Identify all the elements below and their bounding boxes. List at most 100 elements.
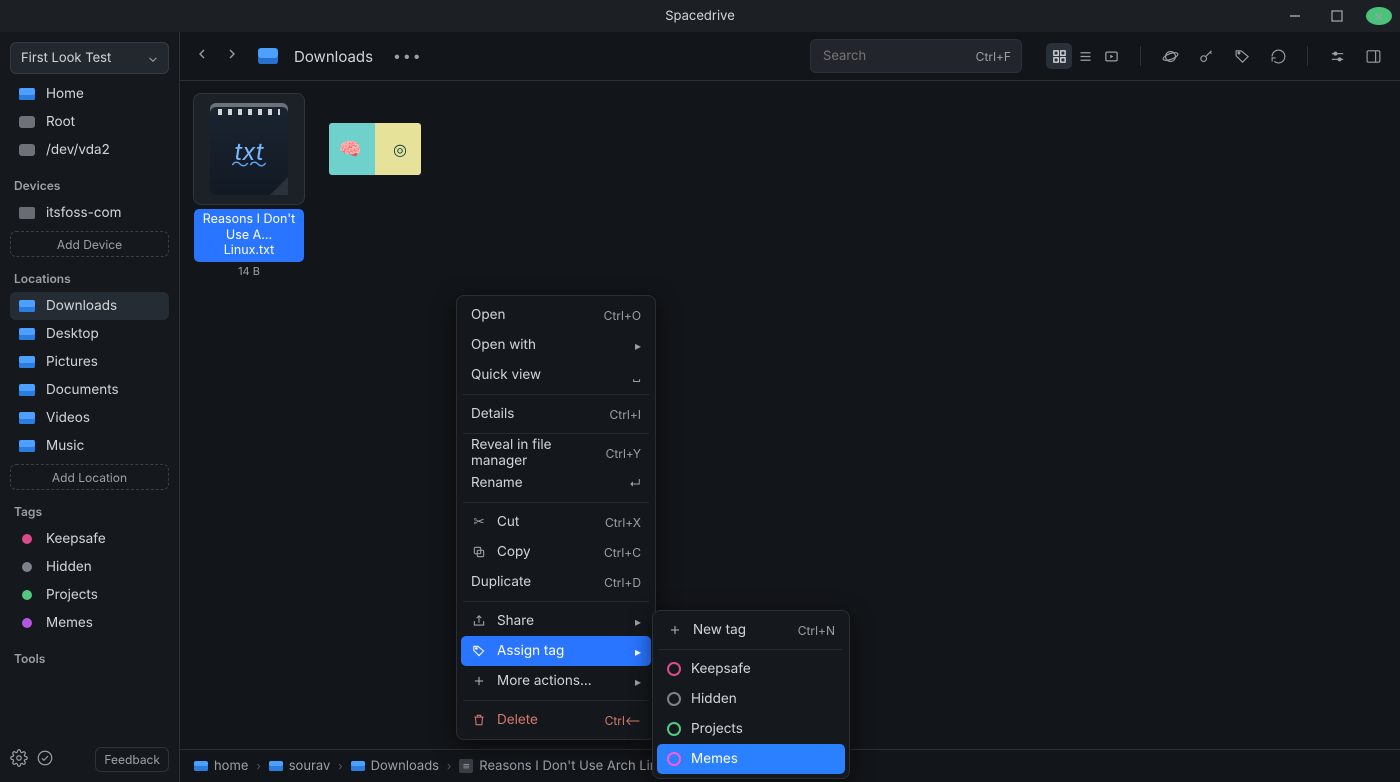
nav-forward-button[interactable] (224, 46, 240, 66)
trash-icon (471, 712, 487, 728)
sidebar-item-label: Videos (46, 410, 90, 426)
ctx-assign-tag[interactable]: Assign tag ▸ (461, 636, 651, 666)
image-file-icon (329, 123, 421, 175)
ctx-share[interactable]: Share ▸ (461, 606, 651, 636)
context-menu: Open Ctrl+O Open with ▸ Quick view ␣ Det… (456, 295, 656, 740)
library-selector-label: First Look Test (21, 50, 111, 66)
check-circle-icon[interactable] (36, 749, 54, 771)
titlebar: Spacedrive ✕ (0, 0, 1400, 32)
ctx-details[interactable]: Details Ctrl+I (461, 399, 651, 429)
breadcrumb-separator: › (338, 759, 342, 773)
ctx-cut[interactable]: ✂Cut Ctrl+X (461, 507, 651, 537)
sidebar-item-label: Desktop (46, 326, 99, 342)
text-file-icon: txt 〜〜 (210, 103, 288, 195)
maximize-button[interactable] (1324, 10, 1350, 22)
sidebar-location-music[interactable]: Music (10, 432, 169, 460)
sidebar-item-label: Keepsafe (46, 531, 106, 547)
search-input-container[interactable]: Ctrl+F (810, 39, 1022, 73)
feedback-button[interactable]: Feedback (95, 747, 169, 772)
plus-icon (667, 622, 683, 638)
tag-dot-icon (18, 614, 36, 632)
submenu-tag-projects[interactable]: Projects (657, 714, 845, 744)
folder-icon (269, 761, 283, 771)
chevron-right-icon: ▸ (635, 674, 641, 689)
window-controls: ✕ (1282, 0, 1392, 32)
share-icon (471, 613, 487, 629)
submenu-tag-memes[interactable]: Memes (657, 744, 845, 774)
sidebar-item-dev[interactable]: /dev/vda2 (10, 136, 169, 164)
minimize-button[interactable] (1282, 10, 1308, 22)
sidebar-location-desktop[interactable]: Desktop (10, 320, 169, 348)
submenu-new-tag[interactable]: New tag Ctrl+N (657, 615, 845, 645)
sidebar-tag-memes[interactable]: Memes (10, 609, 169, 637)
ctx-reveal[interactable]: Reveal in file manager Ctrl+Y (461, 438, 651, 468)
ctx-quick-view[interactable]: Quick view ␣ (461, 360, 651, 390)
ctx-open[interactable]: Open Ctrl+O (461, 300, 651, 330)
folder-icon (18, 381, 36, 399)
close-button[interactable]: ✕ (1366, 7, 1392, 25)
breadcrumb-separator: › (256, 759, 260, 773)
sidebar-item-home[interactable]: Home (10, 80, 169, 108)
location-more-button[interactable]: ••• (393, 48, 423, 65)
sidebar-item-label: Downloads (46, 298, 117, 314)
ctx-more-actions[interactable]: More actions... ▸ (461, 666, 651, 696)
file-icon: ≡ (459, 759, 473, 773)
sidebar-device-itsfoss[interactable]: itsfoss-com (10, 199, 169, 227)
ctx-rename[interactable]: Rename ↵ (461, 468, 651, 498)
file-name-label: Reasons I Don't Use A... Linux.txt (194, 209, 304, 262)
copy-icon (471, 544, 487, 560)
sidebar-tag-hidden[interactable]: Hidden (10, 553, 169, 581)
sidebar-item-label: Home (46, 86, 84, 102)
add-location-button[interactable]: Add Location (10, 464, 169, 490)
sidebar-tag-projects[interactable]: Projects (10, 581, 169, 609)
context-menu-separator (463, 502, 649, 503)
sidebar-location-documents[interactable]: Documents (10, 376, 169, 404)
sidebar-tag-keepsafe[interactable]: Keepsafe (10, 525, 169, 553)
file-size-label: 14 B (238, 264, 260, 278)
ctx-copy[interactable]: Copy Ctrl+C (461, 537, 651, 567)
add-device-button[interactable]: Add Device (10, 231, 169, 257)
library-selector[interactable]: First Look Test ⌄ (10, 42, 169, 74)
view-grid-button[interactable] (1046, 43, 1072, 69)
laptop-icon (18, 204, 36, 222)
search-input[interactable] (821, 47, 915, 65)
breadcrumb-part[interactable]: Downloads (351, 758, 439, 774)
inspector-panel-icon[interactable] (1360, 43, 1386, 69)
sidebar-item-label: Projects (46, 587, 98, 603)
assign-tag-submenu: New tag Ctrl+N Keepsafe Hidden Projects … (652, 610, 850, 779)
settings-gear-icon[interactable] (10, 749, 28, 771)
ctx-open-with[interactable]: Open with ▸ (461, 330, 651, 360)
key-icon[interactable] (1193, 43, 1219, 69)
refresh-icon[interactable] (1265, 43, 1291, 69)
sliders-icon[interactable] (1324, 43, 1350, 69)
file-item[interactable]: txt 〜〜 Reasons I Don't Use A... Linux.tx… (194, 93, 304, 278)
sidebar-location-pictures[interactable]: Pictures (10, 348, 169, 376)
submenu-tag-hidden[interactable]: Hidden (657, 684, 845, 714)
sidebar-item-label: itsfoss-com (46, 205, 121, 221)
nav-back-button[interactable] (194, 46, 210, 66)
view-media-button[interactable] (1098, 43, 1124, 69)
tag-icon[interactable] (1229, 43, 1255, 69)
context-menu-separator (463, 601, 649, 602)
file-item[interactable] (320, 93, 430, 205)
sidebar-item-label: Music (46, 438, 84, 454)
ctx-duplicate[interactable]: Duplicate Ctrl+D (461, 567, 651, 597)
toolbar-divider (1307, 46, 1308, 66)
sidebar-location-downloads[interactable]: Downloads (10, 292, 169, 320)
toolbar: Downloads ••• Ctrl+F (180, 32, 1400, 81)
file-thumbnail: txt 〜〜 (193, 93, 305, 205)
breadcrumb-part[interactable]: sourav (269, 758, 331, 774)
sidebar-location-videos[interactable]: Videos (10, 404, 169, 432)
chevron-right-icon: ▸ (635, 338, 641, 353)
view-list-button[interactable] (1072, 43, 1098, 69)
plus-icon (471, 673, 487, 689)
planet-icon[interactable] (1157, 43, 1183, 69)
submenu-tag-keepsafe[interactable]: Keepsafe (657, 654, 845, 684)
ctx-delete[interactable]: Delete Ctrl⟵ (461, 705, 651, 735)
file-thumbnail (319, 93, 431, 205)
sidebar-item-root[interactable]: Root (10, 108, 169, 136)
files-grid: txt 〜〜 Reasons I Don't Use A... Linux.tx… (194, 93, 1386, 278)
breadcrumb-part[interactable]: home (194, 758, 248, 774)
drive-icon (18, 113, 36, 131)
folder-icon (18, 325, 36, 343)
